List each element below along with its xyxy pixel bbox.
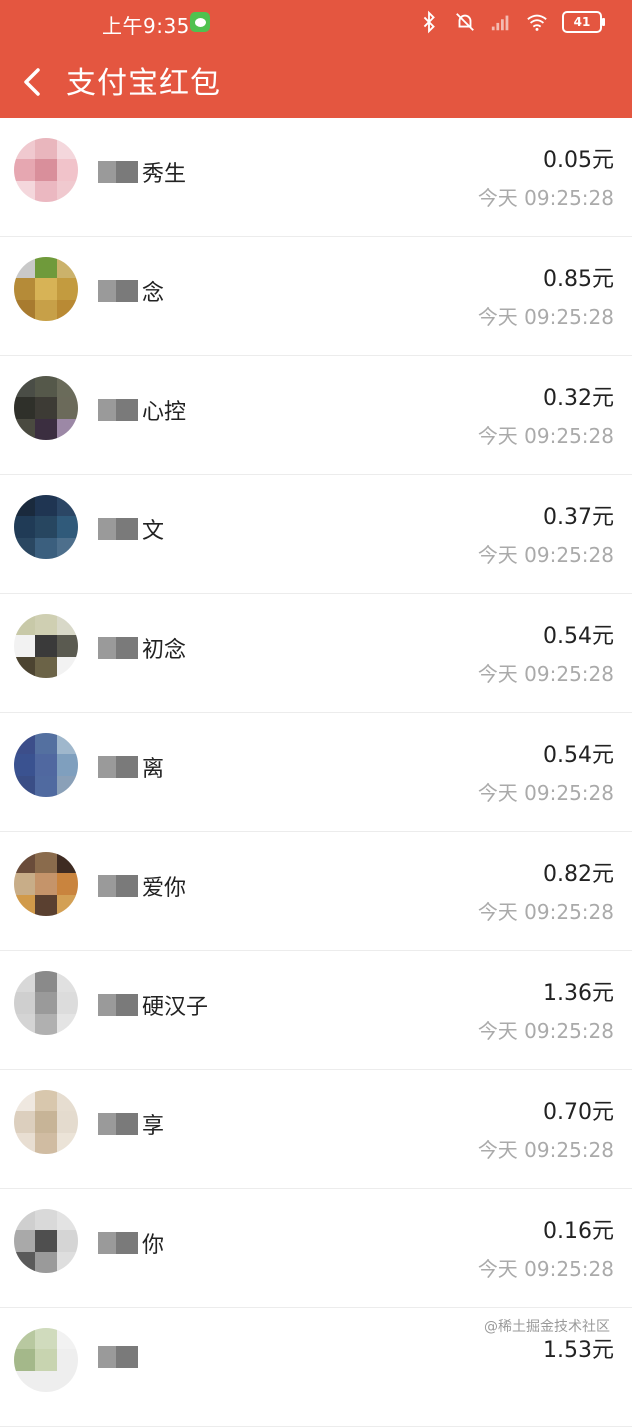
- list-item[interactable]: 硬汉子 1.36元今天 09:25:28: [0, 951, 632, 1070]
- list-item[interactable]: 初念 0.54元今天 09:25:28: [0, 594, 632, 713]
- sender-name: 心控: [98, 394, 186, 426]
- sender-name-text: 初念: [142, 638, 187, 663]
- amount: 0.85元: [543, 267, 614, 292]
- sender-name: 初念: [98, 632, 186, 664]
- signal-icon: [491, 15, 509, 31]
- battery-icon: 41: [562, 11, 605, 33]
- sender-name: 离: [98, 751, 164, 783]
- avatar: [14, 733, 78, 797]
- list-item[interactable]: 秀生 0.05元今天 09:25:28: [0, 118, 632, 237]
- receive-time: 今天 09:25:28: [477, 1257, 614, 1281]
- avatar: [14, 852, 78, 916]
- receive-time: 今天 09:25:28: [477, 781, 614, 805]
- receive-time: 今天 09:25:28: [477, 186, 614, 210]
- avatar: [14, 1209, 78, 1273]
- sender-name-text: 离: [142, 757, 165, 782]
- status-icons: 41: [418, 10, 605, 34]
- sender-name-text: 你: [142, 1233, 165, 1258]
- sender-name-text: 文: [142, 519, 165, 544]
- blurred-name-segment: [98, 637, 138, 659]
- back-arrow-icon[interactable]: [20, 64, 44, 100]
- app-header: 上午9:35 41 支付宝红包: [0, 0, 632, 118]
- avatar: [14, 1328, 78, 1392]
- amount: 0.82元: [543, 862, 614, 887]
- list-item[interactable]: 你 0.16元今天 09:25:28: [0, 1189, 632, 1308]
- blurred-name-segment: [98, 161, 138, 183]
- sender-name-text: 爱你: [142, 876, 187, 901]
- blurred-name-segment: [98, 994, 138, 1016]
- sender-name-text: 享: [142, 1114, 165, 1139]
- wifi-icon: [527, 14, 547, 31]
- sender-name-text: 秀生: [142, 162, 187, 187]
- mute-icon: [456, 13, 474, 31]
- battery-level: 41: [573, 15, 591, 29]
- list-item[interactable]: 文 0.37元今天 09:25:28: [0, 475, 632, 594]
- amount: 0.16元: [543, 1219, 614, 1244]
- amount: 0.32元: [543, 386, 614, 411]
- list-item[interactable]: 念 0.85元今天 09:25:28: [0, 237, 632, 356]
- status-bar: 上午9:35 41: [0, 0, 632, 46]
- receive-time: 今天 09:25:28: [477, 900, 614, 924]
- list-item[interactable]: 心控 0.32元今天 09:25:28: [0, 356, 632, 475]
- amount: 1.36元: [543, 981, 614, 1006]
- watermark: @稀土掘金技术社区: [484, 1319, 610, 1335]
- avatar: [14, 257, 78, 321]
- avatar: [14, 1090, 78, 1154]
- blurred-name-segment: [98, 280, 138, 302]
- sender-name-text: 硬汉子: [142, 995, 209, 1020]
- bluetooth-icon: [423, 10, 435, 34]
- list-item[interactable]: 离 0.54元今天 09:25:28: [0, 713, 632, 832]
- avatar: [14, 614, 78, 678]
- red-packet-record-list: 秀生 0.05元 今天 09:25:28 念 0.85元 今天 09:25:28 心控 0.3…: [0, 118, 632, 1427]
- avatar: [14, 138, 78, 202]
- wechat-notification-icon: [190, 12, 210, 32]
- blurred-name-segment: [98, 399, 138, 421]
- sender-name: 你: [98, 1227, 164, 1259]
- page-title: 支付宝红包: [66, 66, 221, 101]
- blurred-name-segment: [98, 875, 138, 897]
- avatar: [14, 971, 78, 1035]
- sender-name: 文: [98, 513, 164, 545]
- list-item[interactable]: 享 0.70元今天 09:25:28: [0, 1070, 632, 1189]
- sender-name: 爱你: [98, 870, 186, 902]
- sender-name: 享: [98, 1108, 164, 1140]
- sender-name: 秀生: [98, 156, 186, 188]
- sender-name-text: 心控: [142, 400, 187, 425]
- avatar: [14, 495, 78, 559]
- navigation-bar: 支付宝红包: [0, 46, 632, 118]
- receive-time: 今天 09:25:28: [477, 305, 614, 329]
- amount: 0.70元: [543, 1100, 614, 1125]
- blurred-name-segment: [98, 1113, 138, 1135]
- blurred-name-segment: [98, 1232, 138, 1254]
- amount: 0.54元: [543, 743, 614, 768]
- amount: 0.54元: [543, 624, 614, 649]
- amount: 0.37元: [543, 505, 614, 530]
- receive-time: 今天 09:25:28: [477, 662, 614, 686]
- amount: 0.05元: [543, 148, 614, 173]
- avatar: [14, 376, 78, 440]
- amount: 1.53元: [543, 1338, 614, 1363]
- receive-time: 今天 09:25:28: [477, 1138, 614, 1162]
- receive-time: 今天 09:25:28: [477, 1019, 614, 1043]
- status-time: 上午9:35: [102, 14, 190, 38]
- receive-time: 今天 09:25:28: [477, 543, 614, 567]
- list-item[interactable]: 爱你 0.82元今天 09:25:28: [0, 832, 632, 951]
- blurred-name-segment: [98, 518, 138, 540]
- sender-name-text: 念: [142, 281, 165, 306]
- blurred-name-segment: [98, 1346, 138, 1368]
- sender-name: 硬汉子: [98, 989, 208, 1021]
- receive-time: 今天 09:25:28: [477, 424, 614, 448]
- blurred-name-segment: [98, 756, 138, 778]
- sender-name: [98, 1346, 142, 1368]
- sender-name: 念: [98, 275, 164, 307]
